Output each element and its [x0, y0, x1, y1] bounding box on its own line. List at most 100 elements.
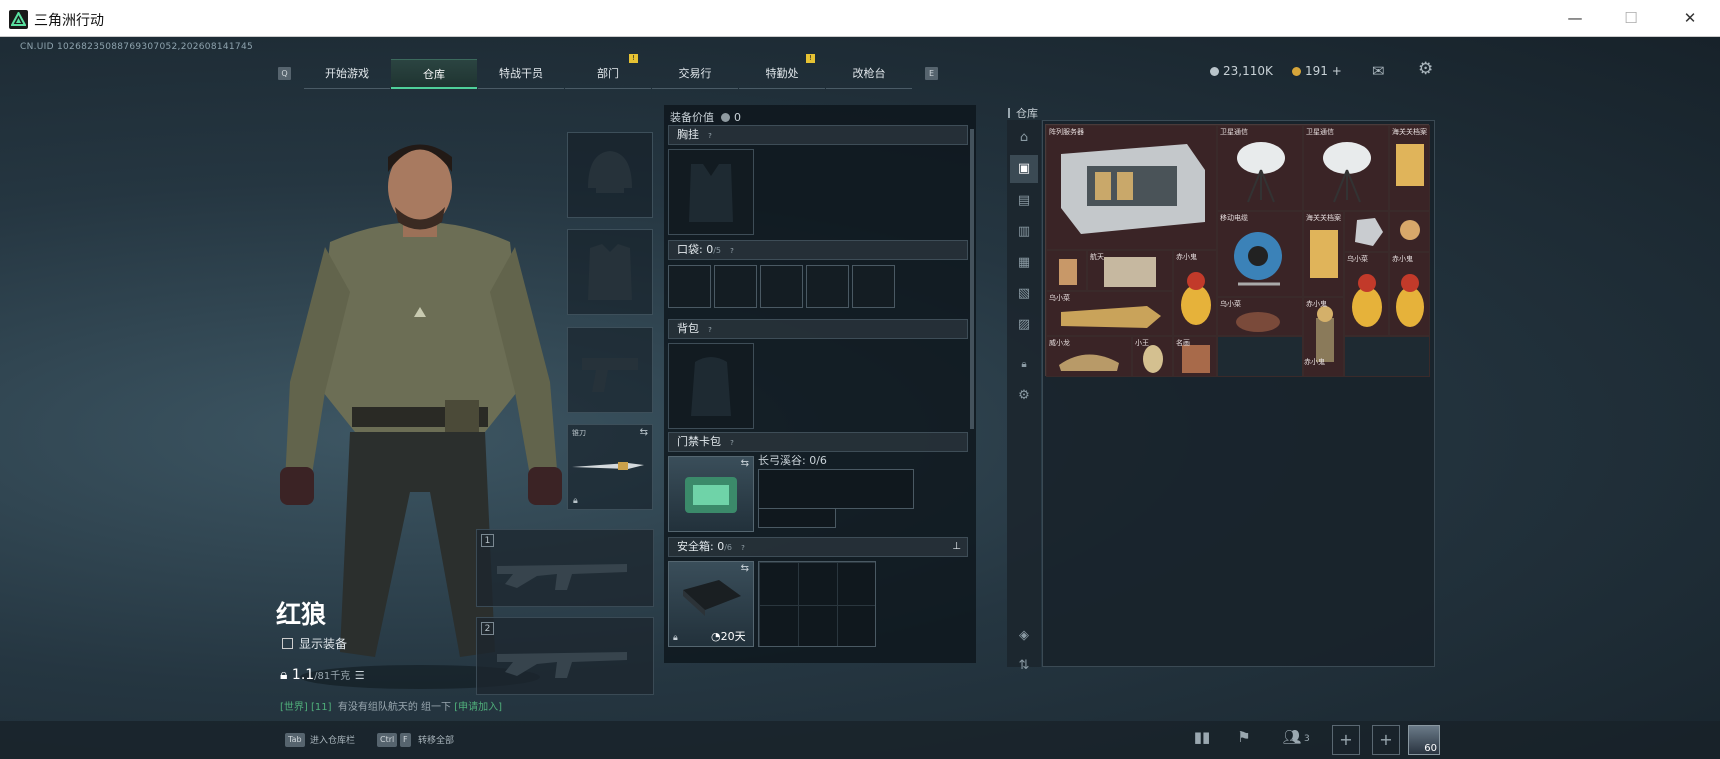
item-name: 航天	[1090, 253, 1104, 261]
tab-department[interactable]: 部门!	[565, 54, 651, 89]
satellite-dish-icon	[1237, 142, 1285, 203]
add-teammate-button[interactable]: +	[1372, 725, 1400, 755]
keycard-grid[interactable]	[758, 469, 914, 509]
stash-category-all-icon[interactable]: ⌂	[1010, 124, 1038, 152]
list-icon[interactable]: ☰	[355, 669, 365, 682]
stash-item[interactable]: 名画	[1173, 336, 1217, 377]
player-level: 60	[1424, 743, 1437, 754]
stash-item[interactable]: 阵列服务器	[1046, 125, 1217, 250]
pocket-slot[interactable]	[760, 265, 803, 308]
pistol-slot[interactable]	[567, 327, 653, 413]
stash-category-tab-6-icon[interactable]: ▨	[1010, 311, 1038, 339]
swap-icon[interactable]: ⇆	[741, 563, 749, 574]
stash-empty-slot[interactable]	[1344, 336, 1430, 377]
close-button[interactable]: ✕	[1675, 9, 1705, 29]
stash-item[interactable]: 海关关档案	[1303, 211, 1344, 297]
item-name: 赤小鬼	[1176, 253, 1197, 261]
chest-rig-slot[interactable]	[668, 149, 754, 235]
stats-chart-icon[interactable]: ▮▮	[1189, 728, 1215, 752]
stash-lock-icon[interactable]: 🔒︎	[1010, 351, 1038, 379]
primary-weapon-slot-1[interactable]: 1	[476, 529, 654, 607]
stash-settings-gear-icon[interactable]: ⚙	[1010, 382, 1038, 410]
help-icon[interactable]: ?	[705, 131, 715, 141]
scrollbar[interactable]	[970, 129, 974, 429]
tab-gunsmith[interactable]: 改枪台	[826, 59, 912, 89]
keycard-case-slot[interactable]: ⇆	[668, 456, 754, 532]
pistol-icon	[582, 358, 638, 392]
add-teammate-button[interactable]: +	[1332, 725, 1360, 755]
transfer-all-text[interactable]: 转移全部	[418, 733, 454, 746]
chat-join-link[interactable]: [申请加入]	[454, 702, 502, 713]
pocket-slot[interactable]	[714, 265, 757, 308]
stash-sort-icon[interactable]: ⇅	[1010, 652, 1038, 680]
armor-slot[interactable]	[567, 229, 653, 315]
help-icon[interactable]: ?	[727, 246, 737, 256]
mail-icon[interactable]: ✉	[1372, 62, 1385, 80]
melee-slot[interactable]: 锥刀 ⇆ 🔒︎	[567, 424, 653, 510]
tab-label: 改枪台	[852, 67, 886, 80]
helmet-slot[interactable]	[567, 132, 653, 218]
stash-category-tab-3-icon[interactable]: ▥	[1010, 218, 1038, 246]
stash-category-tab-2-icon[interactable]: ▤	[1010, 187, 1038, 215]
stash-item[interactable]: 卫星通信	[1217, 125, 1303, 211]
tab-hint-text[interactable]: 进入仓库栏	[310, 733, 355, 746]
chat-line[interactable]: [世界] [11] 有没有组队航天的 组一下 [申请加入]	[280, 698, 502, 713]
friends-icon[interactable]: 👥︎	[1279, 728, 1305, 752]
stash-item[interactable]: 乌小菜	[1217, 297, 1303, 336]
stash-item[interactable]: 移动电缆	[1217, 211, 1303, 297]
tab-start-game[interactable]: 开始游戏	[304, 59, 390, 89]
flag-icon[interactable]: ⚑	[1231, 728, 1257, 752]
pocket-slot[interactable]	[668, 265, 711, 308]
stash-item[interactable]: 乌小菜	[1344, 252, 1389, 336]
rooster-figurine-icon	[1352, 274, 1382, 327]
safebox-grid[interactable]	[758, 561, 876, 647]
pocket-slot[interactable]	[806, 265, 849, 308]
stash-item[interactable]: 卫星通信	[1303, 125, 1389, 211]
keycard-grid[interactable]	[758, 508, 836, 528]
minimize-button[interactable]: —	[1560, 9, 1590, 29]
stash-layers-icon[interactable]: ◈	[1010, 622, 1038, 650]
pin-icon[interactable]: ⊥	[952, 538, 961, 556]
stash-item[interactable]: 海关关档案	[1389, 125, 1430, 211]
help-icon[interactable]: ?	[705, 325, 715, 335]
stash-category-tab-5-icon[interactable]: ▧	[1010, 280, 1038, 308]
coupon-balance[interactable]: 191 +	[1292, 64, 1342, 78]
help-icon[interactable]: ?	[727, 438, 737, 448]
player-avatar[interactable]: 60	[1408, 725, 1440, 755]
stash-item[interactable]: 威小龙	[1046, 336, 1132, 377]
stash-item[interactable]: 赤小鬼	[1173, 250, 1217, 336]
armor-icon	[588, 244, 632, 300]
stash-item[interactable]	[1046, 250, 1087, 291]
show-equipment-toggle[interactable]: 显示装备	[282, 635, 347, 652]
tab-warehouse[interactable]: 仓库	[391, 59, 477, 89]
swap-icon[interactable]: ⇆	[741, 458, 749, 469]
stash-empty-slot[interactable]	[1217, 336, 1303, 377]
tab-special-ops[interactable]: 特勤处!	[739, 54, 825, 89]
backpack-header: 背包?	[668, 319, 968, 339]
stash-item[interactable]: 小王	[1132, 336, 1173, 377]
stash-item[interactable]	[1389, 211, 1430, 252]
backpack-slot[interactable]	[668, 343, 754, 429]
tab-operators[interactable]: 特战干员	[478, 59, 564, 89]
game-window: 三角洲行动 — ☐ ✕ CN.UID 10268235088769307052,…	[0, 0, 1720, 759]
coupon-add-button[interactable]: +	[1332, 64, 1342, 78]
settings-gear-icon[interactable]: ⚙	[1418, 59, 1433, 79]
primary-weapon-slot-2[interactable]: 2	[476, 617, 654, 695]
stash-item[interactable]	[1344, 211, 1389, 252]
tab-trading[interactable]: 交易行	[652, 59, 738, 89]
stash-category-tab-1-icon[interactable]: ▣	[1010, 155, 1038, 183]
keycard-map-count: 长弓溪谷: 0/6	[758, 454, 827, 467]
help-icon[interactable]: ?	[738, 543, 748, 553]
safebox-slot[interactable]: ⇆ 🔒︎ ◔20天	[668, 561, 754, 647]
swap-icon[interactable]: ⇆	[640, 427, 648, 438]
stash-category-tab-4-icon[interactable]: ▦	[1010, 249, 1038, 277]
stash-grid: 阵列服务器 卫星通信 卫星通信 海关关档案 移动电缆 海关关档案 航天 赤小鬼 …	[1045, 124, 1430, 377]
stash-item[interactable]: 赤小鬼	[1389, 252, 1430, 336]
checkbox[interactable]	[282, 638, 293, 649]
stash-item[interactable]: 航天	[1087, 250, 1173, 291]
carry-weight: 🔒︎ 1.1/81千克 ☰	[280, 667, 365, 683]
maximize-button[interactable]: ☐	[1616, 9, 1646, 29]
hafcoin-balance[interactable]: 23,110K	[1210, 64, 1273, 78]
pocket-slot[interactable]	[852, 265, 895, 308]
stash-item[interactable]: 乌小菜	[1046, 291, 1173, 336]
